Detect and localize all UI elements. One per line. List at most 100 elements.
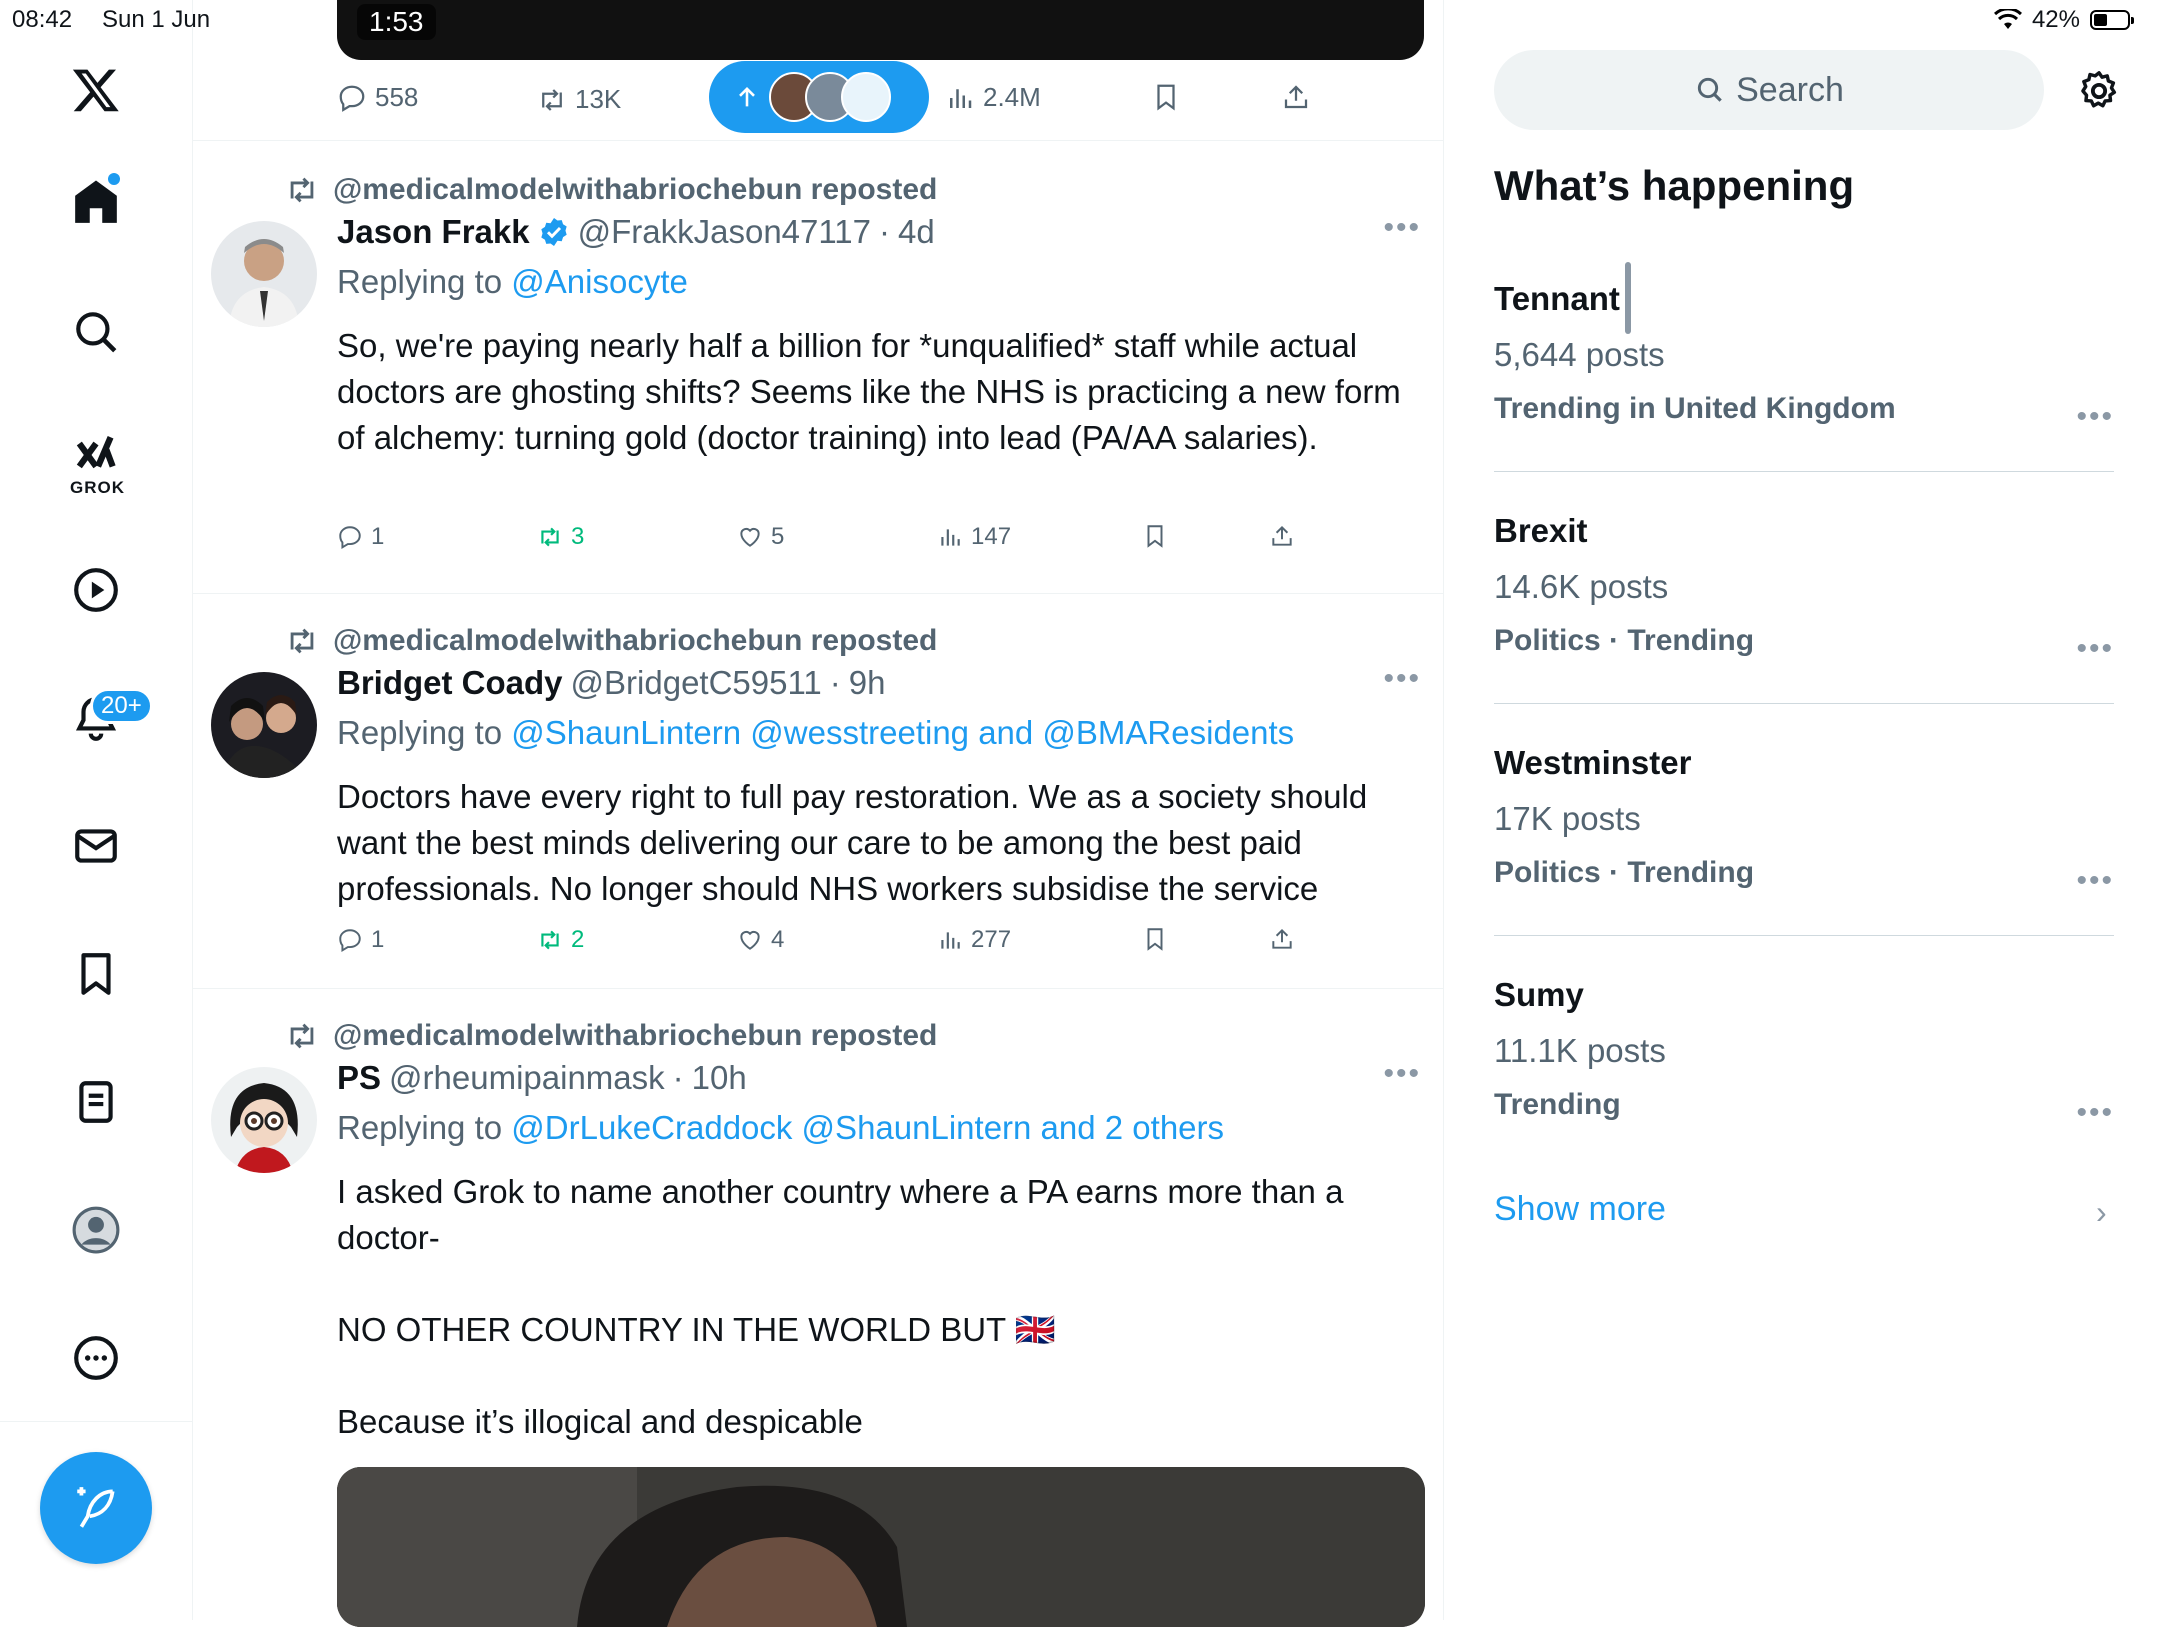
trend-divider — [1494, 935, 2114, 936]
reply-count: 1 — [371, 926, 385, 953]
video-frame-image — [337, 1467, 1425, 1627]
bookmark-button[interactable] — [1142, 523, 1168, 549]
trend-more-button[interactable]: ••• — [2076, 632, 2114, 666]
repost-icon — [541, 930, 559, 950]
sidebar-item-bookmarks[interactable] — [60, 938, 132, 1010]
trend-item[interactable]: Sumy 11.1K posts Trending ••• — [1494, 976, 2114, 1136]
author-name[interactable]: Bridget Coady — [337, 664, 563, 702]
post-age[interactable]: 9h — [849, 664, 886, 702]
reply-icon — [339, 526, 361, 550]
repost-button[interactable]: 2 — [537, 926, 584, 954]
right-sidebar: Search What’s happening Tennant 5,644 po… — [1444, 0, 2160, 1620]
post-jason-frakk[interactable]: @medicalmodelwithabriochebun reposted Ja… — [193, 141, 1443, 593]
views-chart-icon — [950, 88, 972, 108]
replying-prefix: Replying to — [337, 263, 503, 300]
avatar[interactable] — [211, 1067, 317, 1173]
avatar[interactable] — [211, 221, 317, 327]
settings-gear-icon[interactable] — [2076, 68, 2122, 114]
like-count: 4 — [771, 926, 785, 953]
trend-item[interactable]: Brexit 14.6K posts Politics · Trending •… — [1494, 512, 2114, 672]
new-posts-pill[interactable] — [709, 61, 929, 133]
like-button[interactable]: 4 — [737, 926, 784, 954]
sidebar-item-profile[interactable] — [60, 1194, 132, 1266]
trend-more-button[interactable]: ••• — [2076, 864, 2114, 898]
verified-badge-icon — [540, 218, 567, 246]
replying-mentions[interactable]: @ShaunLintern @wesstreeting and @BMAResi… — [511, 714, 1294, 751]
top-repost-count: 13K — [575, 84, 622, 114]
like-button[interactable]: 5 — [737, 523, 784, 551]
bookmark-icon — [1147, 525, 1163, 548]
share-button[interactable] — [1269, 523, 1295, 549]
sidebar-item-home[interactable] — [60, 166, 132, 238]
wifi-icon — [1993, 9, 2022, 29]
sidebar-item-video[interactable] — [60, 554, 132, 626]
post-more-button[interactable]: ••• — [1383, 1057, 1421, 1091]
post-media-video[interactable] — [337, 1467, 1425, 1627]
repost-by-label: @medicalmodelwithabriochebun reposted — [333, 173, 938, 206]
views-chart-icon — [941, 932, 960, 949]
reply-icon — [339, 85, 365, 112]
avatar[interactable] — [211, 672, 317, 778]
author-name[interactable]: Jason Frakk — [337, 213, 530, 251]
author-name[interactable]: PS — [337, 1059, 381, 1097]
author-handle[interactable]: @BridgetC59511 — [571, 664, 822, 702]
trend-context: Trending — [1494, 1088, 1621, 1121]
x-logo-icon — [72, 69, 119, 112]
top-share-button[interactable] — [1281, 82, 1311, 112]
top-reply-button[interactable]: 558 — [337, 82, 418, 113]
repost-button[interactable]: 3 — [537, 523, 584, 551]
views-chart-icon — [941, 529, 960, 546]
share-button[interactable] — [1269, 926, 1295, 952]
search-bar[interactable]: Search — [1494, 50, 2044, 130]
whats-happening-heading: What’s happening — [1494, 162, 1855, 209]
repost-icon — [542, 88, 562, 111]
x-logo[interactable] — [60, 54, 132, 126]
show-more-link[interactable]: Show more — [1494, 1190, 1666, 1229]
compose-post-button[interactable] — [40, 1452, 152, 1564]
sidebar-item-more[interactable] — [60, 1322, 132, 1394]
replying-mentions[interactable]: @Anisocyte — [511, 263, 688, 300]
replying-prefix: Replying to — [337, 1109, 503, 1146]
post-bridget-coady[interactable]: @medicalmodelwithabriochebun reposted Br… — [193, 594, 1443, 988]
bookmark-icon — [1157, 84, 1175, 111]
author-handle[interactable]: @FrakkJason47117 — [578, 213, 871, 251]
play-circle-icon — [74, 568, 118, 612]
author-handle[interactable]: @rheumipainmask — [389, 1059, 665, 1097]
view-count: 147 — [971, 523, 1012, 550]
post-more-button[interactable]: ••• — [1383, 211, 1421, 245]
battery-icon — [2090, 10, 2134, 30]
post-age[interactable]: 4d — [898, 213, 935, 251]
replying-mentions[interactable]: @DrLukeCraddock @ShaunLintern and 2 othe… — [511, 1109, 1224, 1146]
search-icon — [1697, 77, 1722, 102]
top-views-button[interactable]: 2.4M — [945, 82, 1041, 113]
repost-indicator: @medicalmodelwithabriochebun reposted — [285, 1019, 937, 1053]
top-repost-button[interactable]: 13K — [537, 84, 621, 115]
top-bookmark-button[interactable] — [1151, 82, 1181, 112]
bookmark-button[interactable] — [1142, 926, 1168, 952]
sidebar-item-messages[interactable] — [60, 810, 132, 882]
sidebar-nav: GROK 20+ — [0, 0, 193, 1620]
repost-icon — [290, 628, 314, 654]
trend-name: Sumy — [1494, 976, 1584, 1013]
mail-icon — [75, 829, 117, 863]
reply-button[interactable]: 1 — [337, 926, 384, 954]
arrow-up-icon — [739, 87, 755, 107]
notifications-badge: 20+ — [90, 688, 153, 724]
top-view-count: 2.4M — [983, 82, 1041, 112]
sidebar-item-lists[interactable] — [60, 1066, 132, 1138]
profile-avatar-icon — [72, 1206, 120, 1254]
trend-more-button[interactable]: ••• — [2076, 1096, 2114, 1130]
dot-separator: · — [829, 664, 841, 701]
trend-item[interactable]: Tennant 5,644 posts Trending in United K… — [1494, 280, 2114, 440]
post-age[interactable]: 10h — [692, 1059, 747, 1097]
reply-button[interactable]: 1 — [337, 523, 384, 551]
list-document-icon — [79, 1081, 113, 1123]
post-header: PS @rheumipainmask · 10h — [337, 1059, 747, 1097]
trend-item[interactable]: Westminster 17K posts Politics · Trendin… — [1494, 744, 2114, 904]
sidebar-item-explore[interactable] — [60, 296, 132, 368]
views-button[interactable]: 277 — [937, 926, 1011, 954]
avatar-image — [211, 221, 317, 327]
trend-more-button[interactable]: ••• — [2076, 400, 2114, 434]
views-button[interactable]: 147 — [937, 523, 1011, 551]
post-more-button[interactable]: ••• — [1383, 662, 1421, 696]
